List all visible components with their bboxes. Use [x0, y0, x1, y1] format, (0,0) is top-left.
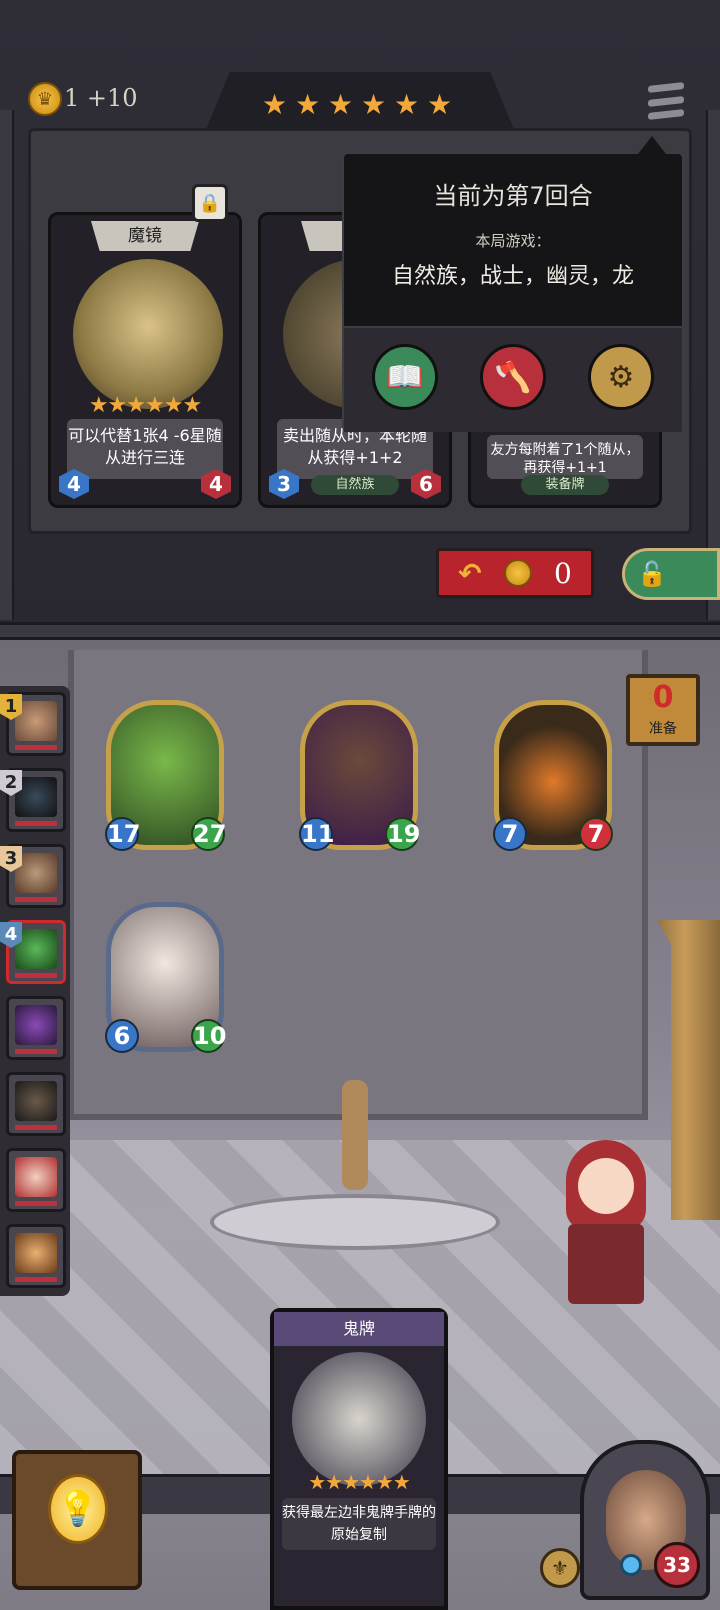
refresh-shop-button[interactable]: ↶ 0: [436, 548, 594, 598]
tier-star-icon: ★: [328, 88, 354, 121]
hand-card[interactable]: 鬼牌 ★★★★★★ 获得最左边非鬼牌手牌的原始复制: [270, 1308, 448, 1610]
book-icon: 📖: [386, 359, 424, 395]
gold-counter: 1 +10: [64, 84, 138, 112]
codex-button[interactable]: 📖: [372, 344, 438, 410]
gear-icon: ⚙: [607, 359, 635, 395]
frame-right: [706, 110, 720, 620]
tier-star-icon: ★: [394, 88, 420, 121]
tier-star-icon: ★: [262, 88, 288, 121]
minion-card[interactable]: 7 7: [493, 700, 613, 851]
player-avatar-figure: [556, 1140, 656, 1320]
minion-attack: 17: [105, 817, 140, 851]
hand-card-art: [292, 1352, 426, 1486]
player-portrait[interactable]: [6, 1072, 66, 1136]
minion-attack: 6: [105, 1019, 139, 1053]
refresh-cost: 0: [554, 556, 572, 590]
unlock-icon: 🔓: [637, 560, 667, 588]
card-stars: ★★★★★★: [88, 393, 202, 418]
hamburger-menu-icon[interactable]: [648, 82, 684, 120]
ready-counter[interactable]: 0 准备: [626, 674, 700, 746]
player-portrait[interactable]: [6, 1148, 66, 1212]
minion-health: 27: [191, 817, 226, 851]
card-description: 可以代替1张4 -6星随从进行三连: [67, 419, 223, 479]
settings-button[interactable]: ⚙: [588, 344, 654, 410]
tier-star-icon: ★: [427, 88, 453, 121]
minion-attack: 11: [299, 817, 334, 851]
hint-chest[interactable]: 💡: [12, 1450, 142, 1590]
minion-health: 7: [579, 817, 613, 851]
panel-divider: [0, 622, 720, 640]
hand-card-description: 获得最左边非鬼牌手牌的原始复制: [282, 1498, 436, 1550]
minion-health: 19: [385, 817, 420, 851]
game-tribes-label: 本局游戏：: [475, 232, 551, 250]
card-art: [73, 259, 223, 409]
minion-health: 10: [191, 1019, 226, 1053]
minion-card[interactable]: 17 27: [105, 700, 226, 851]
turn-title: 当前为第7回合: [433, 182, 593, 210]
ready-count: 0: [652, 680, 674, 715]
game-tribes-list: 自然族，战士，幽灵，龙: [391, 264, 634, 289]
card-title: 魔镜: [91, 221, 199, 251]
hero-health: 33: [654, 1542, 700, 1588]
card-tribe-tag: 装备牌: [521, 475, 609, 495]
crown-coin-icon: [503, 559, 532, 587]
turn-info-popup: 当前为第7回合 本局游戏： 自然族，战士，幽灵，龙 📖 🪓 ⚙: [342, 136, 684, 432]
shop-card[interactable]: 魔镜 ★★★★★★ 可以代替1张4 -6星随从进行三连 4 4: [48, 212, 242, 508]
tavern-crest-icon[interactable]: ⚜: [540, 1548, 580, 1588]
freeze-shop-button[interactable]: 🔓: [622, 548, 720, 600]
player-portrait[interactable]: [6, 1224, 66, 1288]
refresh-arrow-icon: ↶: [458, 556, 482, 590]
hero-power-icon[interactable]: [620, 1554, 642, 1576]
ready-label: 准备: [649, 721, 677, 737]
card-tribe-tag: 自然族: [311, 475, 399, 495]
popup-actions: 📖 🪓 ⚙: [344, 326, 682, 432]
hand-card-stars: ★★★★★★: [308, 1470, 411, 1494]
axe-icon: 🪓: [494, 359, 532, 395]
tier-star-icon: ★: [295, 88, 321, 121]
tavern-tier-tab: [205, 72, 515, 132]
minion-attack: 7: [493, 817, 527, 851]
tier-star-icon: ★: [361, 88, 387, 121]
frame-left: [0, 110, 14, 620]
lightbulb-icon: 💡: [48, 1474, 108, 1544]
hand-card-title: 鬼牌: [274, 1312, 444, 1346]
crown-coin-icon: ♛: [28, 82, 62, 116]
minion-card[interactable]: 6 10: [105, 902, 226, 1053]
padlock-icon[interactable]: 🔒: [192, 184, 228, 222]
axe-button[interactable]: 🪓: [480, 344, 546, 410]
minion-card[interactable]: 11 19: [299, 700, 420, 851]
card-description: 友方每附着了1个随从，再获得+1+1: [487, 435, 643, 479]
player-portrait[interactable]: [6, 996, 66, 1060]
ballerina-statue: [210, 1080, 500, 1250]
